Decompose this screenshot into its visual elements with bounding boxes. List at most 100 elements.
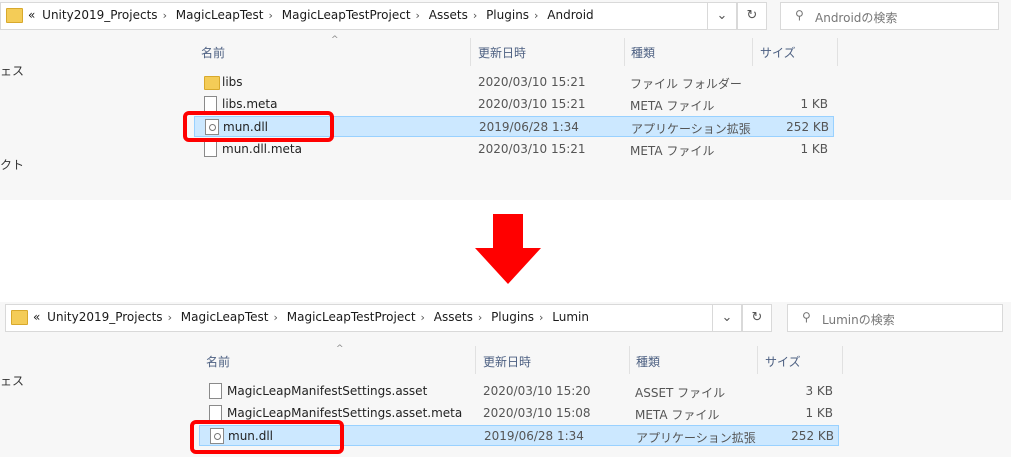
file-name: libs [222, 75, 243, 89]
file-icon [209, 405, 222, 421]
file-icon [204, 96, 217, 112]
file-row[interactable]: MagicLeapManifestSettings.asset 2020/03/… [199, 381, 839, 402]
folder-icon [11, 310, 28, 325]
history-dropdown-button[interactable]: ⌄ [707, 2, 737, 30]
column-divider[interactable] [842, 346, 843, 374]
column-header-name[interactable]: 名前 ^ [206, 344, 344, 370]
breadcrumb-overflow[interactable]: « [28, 8, 35, 22]
breadcrumb-item[interactable]: Unity2019_Projects [47, 310, 162, 324]
file-name: libs.meta [222, 97, 278, 111]
chevron-right-icon: › [162, 9, 167, 22]
breadcrumb-item[interactable]: MagicLeapTest [176, 8, 264, 22]
explorer-window-lumin: « Unity2019_Projects › MagicLeapTest › Mag… [0, 302, 1011, 457]
file-date: 2020/03/10 15:08 [483, 406, 591, 420]
column-divider[interactable] [837, 38, 838, 66]
file-name: MagicLeapManifestSettings.asset.meta [227, 406, 463, 420]
chevron-down-icon: ⌄ [716, 8, 728, 23]
chevron-right-icon: › [420, 311, 425, 324]
chevron-right-icon: › [273, 311, 278, 324]
search-icon: ⚲ [795, 8, 804, 22]
breadcrumb-item[interactable]: Plugins [486, 8, 529, 22]
nav-pane-label[interactable]: クト [0, 156, 24, 173]
file-size: 252 KB [786, 120, 829, 134]
file-date: 2020/03/10 15:21 [478, 97, 586, 111]
breadcrumb-overflow[interactable]: « [33, 310, 40, 324]
column-divider[interactable] [757, 346, 758, 374]
breadcrumb-item[interactable]: Unity2019_Projects [42, 8, 157, 22]
refresh-icon: ↻ [746, 8, 758, 23]
column-divider[interactable] [470, 38, 471, 66]
file-icon [209, 383, 222, 399]
chevron-right-icon: › [167, 311, 172, 324]
highlight-box [183, 111, 334, 142]
file-icon [204, 141, 217, 157]
file-date: 2020/03/10 15:21 [478, 75, 586, 89]
search-box[interactable]: ⚲ Luminの検索 [787, 304, 1003, 332]
chevron-right-icon: › [539, 311, 544, 324]
file-type: META ファイル [630, 99, 715, 113]
breadcrumb-item[interactable]: MagicLeapTestProject [287, 310, 416, 324]
column-header-date[interactable]: 更新日時 [483, 353, 531, 370]
breadcrumb-item[interactable]: MagicLeapTest [181, 310, 269, 324]
file-name: mun.dll.meta [222, 142, 302, 156]
folder-icon [6, 8, 23, 23]
address-bar[interactable]: « Unity2019_Projects › MagicLeapTest › Mag… [5, 304, 719, 332]
chevron-right-icon: › [472, 9, 478, 22]
file-type: ファイル フォルダー [630, 77, 742, 91]
file-type: META ファイル [630, 144, 715, 158]
chevron-down-icon: ⌄ [721, 310, 733, 325]
file-size: 252 KB [791, 429, 834, 443]
column-divider[interactable] [624, 38, 625, 66]
file-date: 2019/06/28 1:34 [479, 120, 579, 134]
refresh-button[interactable]: ↻ [742, 304, 772, 332]
search-box[interactable]: ⚲ Androidの検索 [780, 2, 999, 30]
file-row[interactable]: libs 2020/03/10 15:21 ファイル フォルダー [194, 72, 834, 93]
file-type: ASSET ファイル [635, 386, 726, 400]
breadcrumb-item[interactable]: Plugins [491, 310, 534, 324]
file-row[interactable]: mun.dll.meta 2020/03/10 15:21 META ファイル … [194, 139, 834, 160]
arrow-down-icon [475, 214, 541, 284]
breadcrumb: « Unity2019_Projects › MagicLeapTest › Mag… [33, 310, 592, 324]
breadcrumb-item[interactable]: Assets [429, 8, 468, 22]
refresh-icon: ↻ [751, 310, 763, 325]
highlight-box [190, 420, 344, 454]
address-bar[interactable]: « Unity2019_Projects › MagicLeapTest › Mag… [0, 2, 714, 30]
chevron-right-icon: › [534, 9, 539, 22]
nav-pane-label[interactable]: ェス [0, 372, 24, 389]
file-date: 2020/03/10 15:20 [483, 384, 591, 398]
column-divider[interactable] [475, 346, 476, 374]
folder-icon [204, 76, 220, 90]
search-placeholder: Androidの検索 [815, 11, 898, 25]
file-size: 1 KB [800, 142, 828, 156]
file-date: 2019/06/28 1:34 [484, 429, 584, 443]
column-header-type[interactable]: 種類 [636, 353, 660, 370]
column-header-date[interactable]: 更新日時 [478, 44, 526, 61]
column-divider[interactable] [629, 346, 630, 374]
file-type: META ファイル [635, 408, 720, 422]
explorer-window-android: « Unity2019_Projects › MagicLeapTest › Mag… [0, 0, 1011, 200]
chevron-right-icon: › [477, 311, 483, 324]
file-name: MagicLeapManifestSettings.asset [227, 384, 428, 398]
search-icon: ⚲ [802, 310, 811, 324]
column-header-size[interactable]: サイズ [760, 44, 796, 61]
column-header-size[interactable]: サイズ [765, 353, 801, 370]
file-size: 1 KB [805, 406, 833, 420]
sort-up-icon: ^ [331, 35, 339, 45]
refresh-button[interactable]: ↻ [737, 2, 767, 30]
breadcrumb-item[interactable]: Lumin [552, 310, 589, 324]
chevron-right-icon: › [415, 9, 420, 22]
file-type: アプリケーション拡張 [631, 122, 751, 136]
breadcrumb-item[interactable]: Assets [434, 310, 473, 324]
column-header-name[interactable]: 名前 ^ [201, 35, 339, 61]
history-dropdown-button[interactable]: ⌄ [712, 304, 742, 332]
chevron-right-icon: › [268, 9, 273, 22]
column-header-type[interactable]: 種類 [631, 44, 655, 61]
breadcrumb-item[interactable]: MagicLeapTestProject [282, 8, 411, 22]
breadcrumb-item[interactable]: Android [547, 8, 593, 22]
nav-pane-label[interactable]: ェス [0, 62, 24, 79]
file-date: 2020/03/10 15:21 [478, 142, 586, 156]
column-divider[interactable] [752, 38, 753, 66]
file-type: アプリケーション拡張 [636, 431, 756, 445]
breadcrumb: « Unity2019_Projects › MagicLeapTest › Mag… [28, 8, 597, 22]
sort-up-icon: ^ [336, 344, 344, 354]
